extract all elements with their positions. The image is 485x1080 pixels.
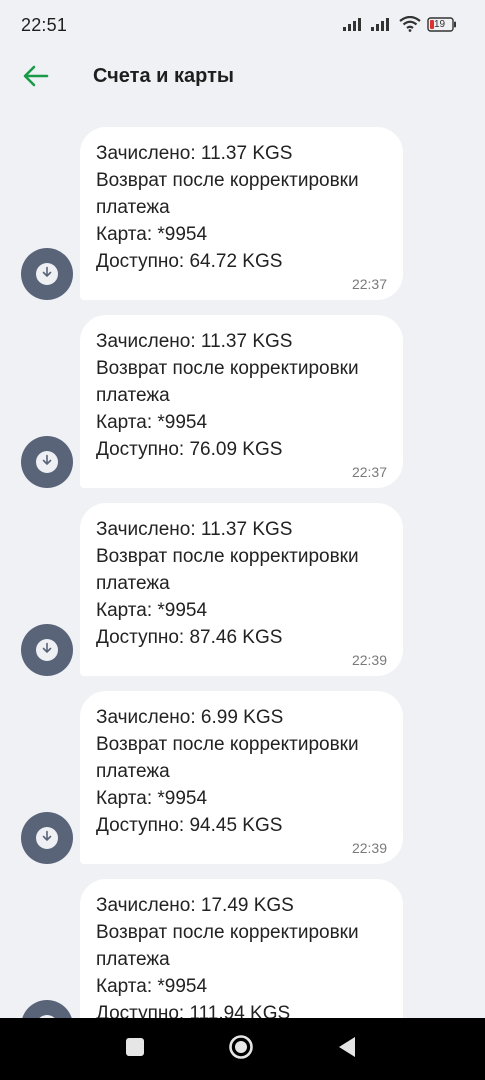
message-reason-cont: платежа — [96, 385, 170, 406]
message-reason-cont: платежа — [96, 197, 170, 218]
available-balance: Доступно: 111.94 KGS — [96, 1003, 291, 1018]
message-list[interactable]: Зачислено: 11.37 KGS Возврат после корре… — [0, 127, 485, 1018]
message-reason: Возврат после корректировки — [96, 546, 359, 567]
sender-avatar[interactable] — [21, 812, 73, 864]
available-balance: Доступно: 94.45 KGS — [96, 815, 283, 836]
page-title: Счета и карты — [93, 65, 234, 87]
message-bubble[interactable]: Зачислено: 11.37 KGS Возврат после корре… — [80, 315, 403, 488]
card-number: Карта: *9954 — [96, 788, 208, 809]
credited-amount: Зачислено: 17.49 KGS — [96, 895, 294, 916]
available-balance: Доступно: 64.72 KGS — [96, 251, 283, 272]
message-reason: Возврат после корректировки — [96, 358, 359, 379]
message-bubble[interactable]: Зачислено: 6.99 KGS Возврат после коррек… — [80, 691, 403, 864]
available-balance: Доступно: 76.09 KGS — [96, 439, 283, 460]
message-item[interactable]: Зачислено: 6.99 KGS Возврат после коррек… — [0, 691, 485, 864]
system-nav-bar — [0, 1018, 485, 1080]
signal-icon — [343, 17, 365, 31]
credited-amount: Зачислено: 11.37 KGS — [96, 143, 293, 164]
card-number: Карта: *9954 — [96, 412, 208, 433]
signal-icon — [371, 17, 393, 31]
recents-square-icon — [125, 1037, 145, 1062]
sender-avatar[interactable] — [21, 1000, 73, 1018]
message-bubble[interactable]: Зачислено: 11.37 KGS Возврат после корре… — [80, 127, 403, 300]
message-item[interactable]: Зачислено: 11.37 KGS Возврат после корре… — [0, 503, 485, 676]
message-time: 22:39 — [351, 652, 387, 668]
message-reason: Возврат после корректировки — [96, 734, 359, 755]
arrow-left-icon — [23, 65, 49, 92]
back-button[interactable] — [20, 63, 52, 93]
message-reason-cont: платежа — [96, 761, 170, 782]
battery-icon: 19 — [427, 16, 457, 32]
recents-button[interactable] — [122, 1036, 148, 1062]
sender-avatar[interactable] — [21, 624, 73, 676]
wifi-icon — [399, 16, 421, 32]
card-number: Карта: *9954 — [96, 224, 208, 245]
status-time: 22:51 — [21, 15, 68, 35]
app-header: Счета и карты — [0, 52, 485, 104]
message-reason-cont: платежа — [96, 949, 170, 970]
credited-amount: Зачислено: 11.37 KGS — [96, 331, 293, 352]
arrow-down-icon — [41, 265, 53, 283]
back-nav-button[interactable] — [334, 1036, 360, 1062]
battery-level: 19 — [434, 18, 446, 30]
message-reason-cont: платежа — [96, 573, 170, 594]
status-bar: 22:51 19 — [0, 0, 485, 52]
card-number: Карта: *9954 — [96, 976, 208, 997]
message-item[interactable]: Зачислено: 17.49 KGS Возврат после корре… — [0, 879, 485, 1018]
credited-amount: Зачислено: 6.99 KGS — [96, 707, 284, 728]
message-reason: Возврат после корректировки — [96, 170, 359, 191]
status-icons: 19 — [343, 16, 457, 32]
arrow-down-icon — [41, 641, 53, 659]
back-triangle-icon — [337, 1036, 357, 1063]
message-reason: Возврат после корректировки — [96, 922, 359, 943]
credited-amount: Зачислено: 11.37 KGS — [96, 519, 293, 540]
message-bubble[interactable]: Зачислено: 17.49 KGS Возврат после корре… — [80, 879, 403, 1018]
arrow-down-icon — [41, 829, 53, 847]
arrow-down-icon — [41, 453, 53, 471]
sender-avatar[interactable] — [21, 248, 73, 300]
message-time: 22:39 — [351, 840, 387, 856]
card-number: Карта: *9954 — [96, 600, 208, 621]
sender-avatar[interactable] — [21, 436, 73, 488]
message-item[interactable]: Зачислено: 11.37 KGS Возврат после корре… — [0, 127, 485, 300]
message-time: 22:37 — [351, 276, 387, 292]
available-balance: Доступно: 87.46 KGS — [96, 627, 283, 648]
message-item[interactable]: Зачислено: 11.37 KGS Возврат после корре… — [0, 315, 485, 488]
message-time: 22:37 — [351, 464, 387, 480]
home-button[interactable] — [228, 1034, 254, 1065]
message-bubble[interactable]: Зачислено: 11.37 KGS Возврат после корре… — [80, 503, 403, 676]
home-circle-icon — [228, 1034, 254, 1065]
